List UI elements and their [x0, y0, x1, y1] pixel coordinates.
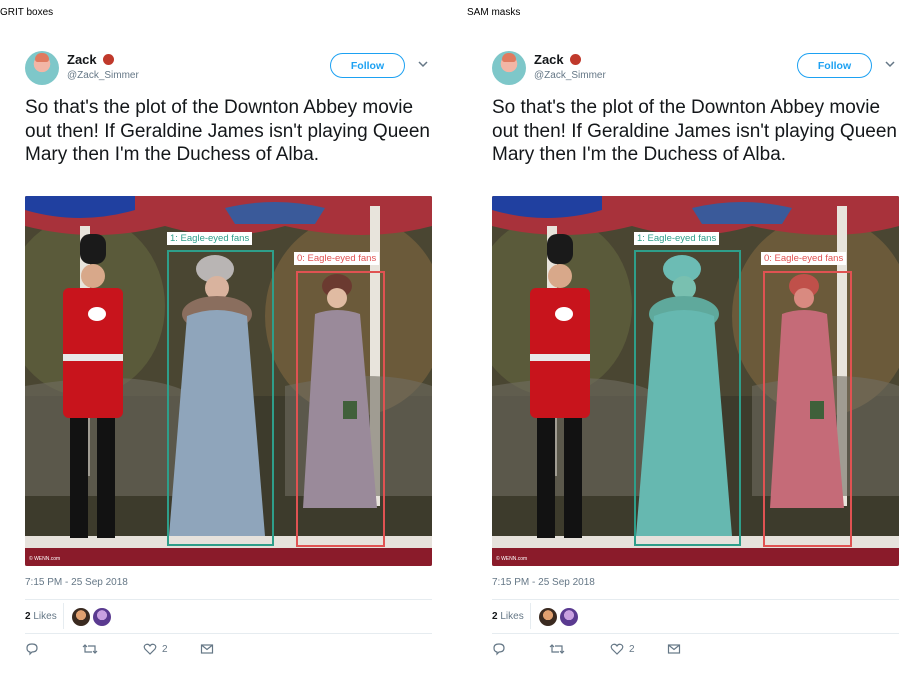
tweet-text: So that's the plot of the Downton Abbey … — [25, 97, 430, 165]
chevron-down-icon[interactable] — [884, 58, 896, 70]
panel-label-right: SAM masks — [467, 7, 521, 18]
divider — [63, 603, 64, 629]
dm-button[interactable] — [200, 642, 214, 656]
likes-summary[interactable]: 2 Likes — [25, 611, 57, 622]
likes-summary[interactable]: 2 Likes — [492, 611, 524, 622]
photo-watermark: © WENN.com — [496, 555, 527, 562]
bug-icon — [102, 54, 114, 65]
user-name[interactable]: Zack — [534, 52, 564, 67]
reply-icon — [493, 643, 505, 656]
chevron-down-icon[interactable] — [417, 58, 429, 70]
divider — [492, 599, 899, 600]
mail-icon — [667, 644, 681, 654]
likes-count: 2 — [25, 611, 31, 622]
retweet-button[interactable] — [82, 642, 98, 656]
user-handle[interactable]: @Zack_Simmer — [534, 70, 606, 81]
liker-avatar[interactable] — [560, 608, 578, 626]
user-name[interactable]: Zack — [67, 52, 97, 67]
user-name-row[interactable]: Zack — [534, 52, 581, 67]
detection-label-1: 1: Eagle-eyed fans — [167, 232, 253, 245]
dm-button[interactable] — [667, 642, 681, 656]
like-count: 2 — [629, 643, 635, 655]
detection-label-0: 0: Eagle-eyed fans — [294, 252, 380, 265]
user-handle[interactable]: @Zack_Simmer — [67, 70, 139, 81]
divider — [25, 599, 432, 600]
timestamp[interactable]: 7:15 PM - 25 Sep 2018 — [492, 577, 595, 588]
reply-button[interactable] — [25, 642, 39, 656]
tweet-actions: 2 — [25, 642, 432, 658]
heart-icon — [143, 643, 157, 655]
reply-button[interactable] — [492, 642, 506, 656]
likes-label: Likes — [500, 611, 524, 622]
divider — [25, 633, 432, 634]
detection-label-1: 1: Eagle-eyed fans — [634, 232, 720, 245]
liker-avatar[interactable] — [539, 608, 557, 626]
detection-box-1 — [167, 250, 274, 546]
tweet-photo[interactable]: © WENN.com 1: Eagle-eyed fans 0: Eagle-e… — [25, 196, 432, 566]
liker-avatar[interactable] — [72, 608, 90, 626]
bug-icon — [569, 54, 581, 65]
avatar[interactable] — [25, 51, 59, 85]
liker-avatar[interactable] — [93, 608, 111, 626]
retweet-button[interactable] — [549, 642, 565, 656]
likes-label: Likes — [33, 611, 57, 622]
heart-icon — [610, 643, 624, 655]
follow-button[interactable]: Follow — [330, 53, 405, 78]
tweet-actions: 2 — [492, 642, 899, 658]
divider — [530, 603, 531, 629]
detection-box-0 — [763, 271, 852, 547]
divider — [492, 633, 899, 634]
mail-icon — [200, 644, 214, 654]
reply-icon — [26, 643, 38, 656]
tweet-photo[interactable]: © WENN.com 1: Eagle-eyed fans 0: Eagle-e… — [492, 196, 899, 566]
timestamp[interactable]: 7:15 PM - 25 Sep 2018 — [25, 577, 128, 588]
detection-label-0: 0: Eagle-eyed fans — [761, 252, 847, 265]
detection-box-0 — [296, 271, 385, 547]
like-button[interactable]: 2 — [610, 642, 635, 656]
likes-count: 2 — [492, 611, 498, 622]
follow-button[interactable]: Follow — [797, 53, 872, 78]
tweet-card-right: Zack @Zack_Simmer Follow So that's the p… — [492, 48, 902, 668]
tweet-card-left: Zack @Zack_Simmer Follow So that's the p… — [25, 48, 435, 668]
like-button[interactable]: 2 — [143, 642, 168, 656]
photo-watermark: © WENN.com — [29, 555, 60, 562]
avatar[interactable] — [492, 51, 526, 85]
retweet-icon — [82, 644, 98, 654]
retweet-icon — [549, 644, 565, 654]
like-count: 2 — [162, 643, 168, 655]
detection-box-1 — [634, 250, 741, 546]
panel-label-left: GRIT boxes — [0, 7, 54, 18]
tweet-text: So that's the plot of the Downton Abbey … — [492, 97, 897, 165]
user-name-row[interactable]: Zack — [67, 52, 114, 67]
